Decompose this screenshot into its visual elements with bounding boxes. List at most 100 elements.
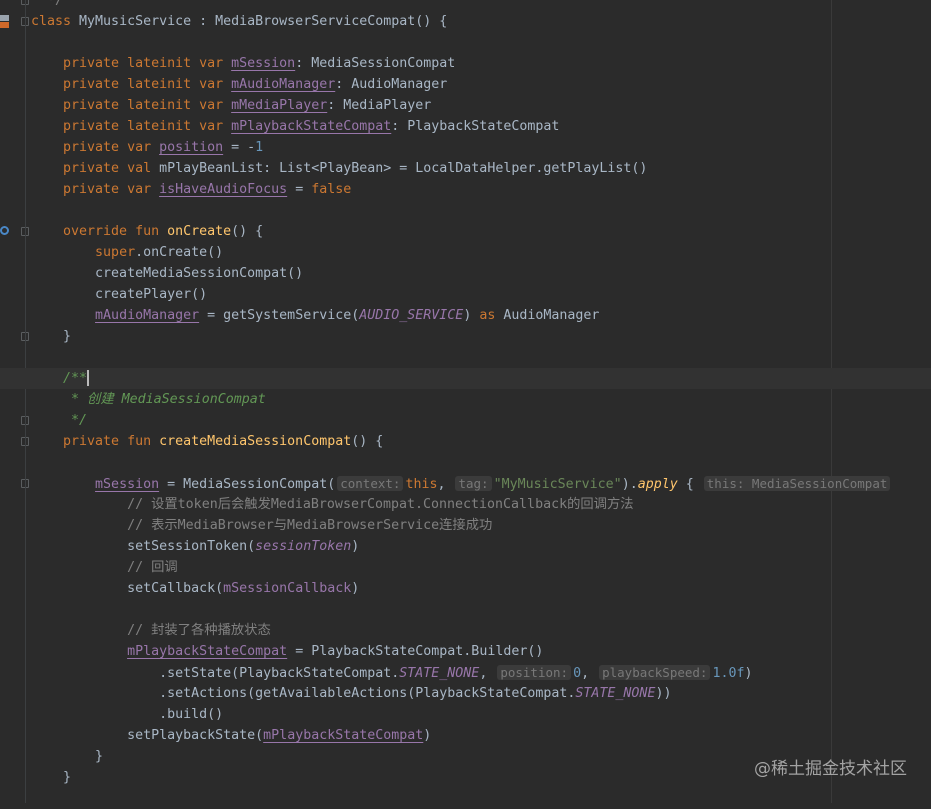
code-line[interactable]: mSession = MediaSessionCompat(context: th… [31, 473, 931, 494]
code-token: 1 [255, 140, 264, 155]
code-line[interactable]: setPlaybackState(mPlaybackStateCompat) [31, 725, 931, 746]
code-token: STATE_NONE [399, 666, 480, 681]
parameter-hint: tag: [455, 476, 492, 491]
code-token: mPlaybackStateCompat [127, 644, 288, 659]
code-line[interactable] [31, 452, 931, 473]
code-token: setPlaybackState( [31, 728, 264, 743]
code-line[interactable]: private lateinit var mAudioManager: Audi… [31, 74, 931, 95]
code-token: createMediaSessionCompat [159, 434, 352, 449]
code-token: : MediaSessionCompat [295, 56, 456, 71]
code-line[interactable]: .setActions(getAvailableActions(Playback… [31, 683, 931, 704]
code-token: : AudioManager [335, 77, 448, 92]
code-editor[interactable]: */ class MyMusicService : MediaBrowserSer… [0, 0, 931, 809]
code-line[interactable]: * 创建 MediaSessionCompat [31, 389, 931, 410]
code-token: = MediaSessionCompat( [159, 477, 336, 492]
code-line[interactable]: .setState(PlaybackStateCompat.STATE_NONE… [31, 662, 931, 683]
code-line[interactable]: mAudioManager = getSystemService(AUDIO_S… [31, 305, 931, 326]
code-token: () { [351, 434, 384, 449]
code-line[interactable]: .build() [31, 704, 931, 725]
code-line[interactable]: // 设置token后会触发MediaBrowserCompat.Connect… [31, 494, 931, 515]
watermark: @稀土掘金技术社区 [754, 759, 907, 779]
code-token: mAudioManager [231, 77, 336, 92]
code-line[interactable]: private lateinit var mMediaPlayer: Media… [31, 95, 931, 116]
code-line[interactable]: private fun createMediaSessionCompat() { [31, 431, 931, 452]
code-token: private val [31, 161, 160, 176]
code-line[interactable]: private var position = -1 [31, 137, 931, 158]
code-token: class [31, 14, 72, 29]
code-line[interactable]: createMediaSessionCompat() [31, 263, 931, 284]
code-line[interactable] [31, 32, 931, 53]
code-line[interactable]: super.onCreate() [31, 242, 931, 263]
code-token: .build() [31, 707, 224, 722]
code-line[interactable]: setCallback(mSessionCallback) [31, 578, 931, 599]
code-line[interactable]: */ [31, 410, 931, 431]
code-line[interactable]: createPlayer() [31, 284, 931, 305]
code-line[interactable] [31, 788, 931, 809]
code-token: false [311, 182, 352, 197]
code-token: } [31, 329, 72, 344]
code-line[interactable]: /** [0, 368, 931, 389]
code-line[interactable]: setSessionToken(sessionToken) [31, 536, 931, 557]
text-caret [87, 370, 90, 386]
code-token: mPlaybackStateCompat [263, 728, 424, 743]
code-token: */ [31, 413, 88, 428]
code-token: private lateinit var [31, 119, 232, 134]
parameter-hint: position: [497, 665, 572, 680]
code-line[interactable]: private val mPlayBeanList: List<PlayBean… [31, 158, 931, 179]
code-token: // 封装了各种播放状态 [31, 623, 271, 638]
code-line[interactable]: private lateinit var mPlaybackStateCompa… [31, 116, 931, 137]
code-token: } [31, 770, 72, 785]
code-token: } [31, 749, 104, 764]
code-token: = [287, 182, 312, 197]
code-line[interactable] [31, 347, 931, 368]
code-token: this [405, 477, 438, 492]
code-line[interactable]: mPlaybackStateCompat = PlaybackStateComp… [31, 641, 931, 662]
code-line[interactable] [31, 200, 931, 221]
code-token: override fun [31, 224, 168, 239]
code-line[interactable]: private var isHaveAudioFocus = false [31, 179, 931, 200]
code-token: = PlaybackStateCompat.Builder() [287, 644, 544, 659]
code-token: private lateinit var [31, 77, 232, 92]
code-token: apply [637, 477, 678, 492]
code-line[interactable]: // 表示MediaBrowser与MediaBrowserService连接成… [31, 515, 931, 536]
code-line[interactable]: } [31, 326, 931, 347]
code-token: position [159, 140, 224, 155]
code-line[interactable]: */ [31, 0, 931, 11]
code-token: onCreate [167, 224, 232, 239]
code-token: , [581, 666, 598, 681]
code-token: ) [351, 581, 360, 596]
code-line[interactable]: class MyMusicService : MediaBrowserServi… [31, 11, 931, 32]
code-token: setSessionToken( [31, 539, 256, 554]
parameter-hint: context: [337, 476, 404, 491]
code-line[interactable] [31, 599, 931, 620]
code-token: private lateinit var [31, 56, 232, 71]
code-token: ) [463, 308, 480, 323]
code-token: // 设置token后会触发MediaBrowserCompat.Connect… [31, 497, 634, 512]
code-token: mPlayBeanList: List<PlayBean> = LocalDat… [159, 161, 648, 176]
code-token: */ [31, 0, 64, 8]
code-token: ). [621, 477, 638, 492]
code-token: : PlaybackStateCompat [391, 119, 560, 134]
code-token: as [479, 308, 496, 323]
code-token: * 创建 MediaSessionCompat [31, 392, 266, 407]
override-gutter-icon[interactable] [0, 226, 9, 235]
code-token: = - [223, 140, 256, 155]
run-gutter-icon[interactable] [0, 15, 9, 29]
code-token: 1.0f [712, 666, 745, 681]
code-token: .setState(PlaybackStateCompat. [31, 666, 400, 681]
code-token: 0 [573, 666, 582, 681]
code-token: AudioManager [495, 308, 600, 323]
code-token: private var [31, 140, 160, 155]
code-token: ) [351, 539, 360, 554]
code-token: mSession [95, 477, 160, 492]
code-line[interactable]: // 封装了各种播放状态 [31, 620, 931, 641]
parameter-hint: this: MediaSessionCompat [703, 476, 891, 491]
code-token: mSessionCallback [223, 581, 352, 596]
code-token: .onCreate() [135, 245, 224, 260]
code-token: ) [744, 666, 753, 681]
code-line[interactable]: override fun onCreate() { [31, 221, 931, 242]
code-line[interactable]: // 回调 [31, 557, 931, 578]
code-token: , [479, 666, 496, 681]
code-line[interactable]: private lateinit var mSession: MediaSess… [31, 53, 931, 74]
